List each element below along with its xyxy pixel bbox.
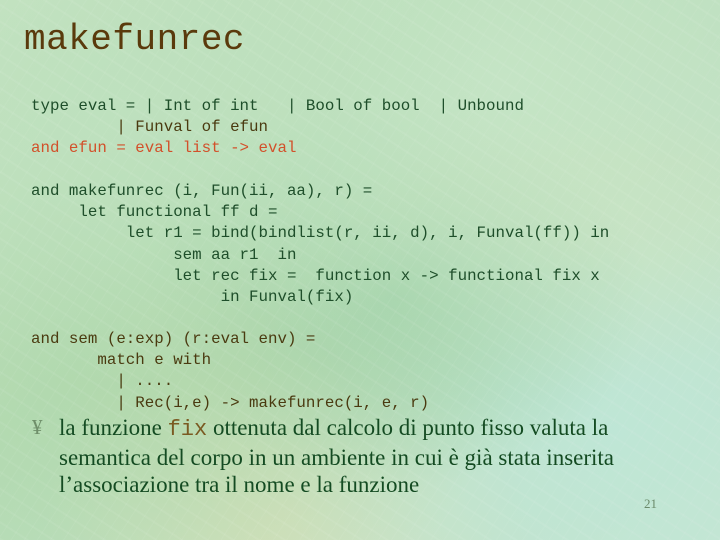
sem-code: and sem (e:exp) (r:eval env) = match e w…: [31, 329, 429, 414]
code-line: sem aa r1 in: [31, 245, 297, 264]
code-line: and efun = eval list -> eval: [31, 139, 297, 158]
bullet-inline-code: fix: [167, 417, 208, 442]
type-declaration-code: type eval = | Int of int | Bool of bool …: [31, 96, 524, 160]
slide-title: makefunrec: [24, 19, 246, 60]
makefunrec-code: and makefunrec (i, Fun(ii, aa), r) = let…: [31, 181, 609, 308]
code-line: and sem (e:exp) (r:eval env) =: [31, 330, 316, 348]
code-line: and makefunrec (i, Fun(ii, aa), r) =: [31, 182, 373, 200]
code-line: | Funval of efun: [31, 118, 268, 137]
code-line: type eval = | Int of int | Bool of bool …: [31, 97, 524, 115]
code-line: | Rec(i,e) -> makefunrec(i, e, r): [31, 393, 430, 412]
code-line: let rec fix = function x -> functional f…: [31, 266, 600, 285]
code-line: let r1 = bind(bindlist(r, ii, d), i, Fun…: [31, 224, 610, 243]
code-line: match e with: [31, 351, 212, 370]
page-number: 21: [644, 496, 657, 511]
bullet-point: ¥ la funzione fix ottenuta dal calcolo d…: [32, 414, 672, 499]
bullet-text-before: la funzione: [59, 415, 168, 440]
code-line: let functional ff d =: [31, 203, 278, 222]
bullet-text: la funzione fix ottenuta dal calcolo di …: [59, 414, 672, 499]
code-line: in Funval(fix): [31, 287, 354, 306]
code-line: | ....: [31, 372, 174, 391]
bullet-marker-icon: ¥: [32, 415, 43, 439]
